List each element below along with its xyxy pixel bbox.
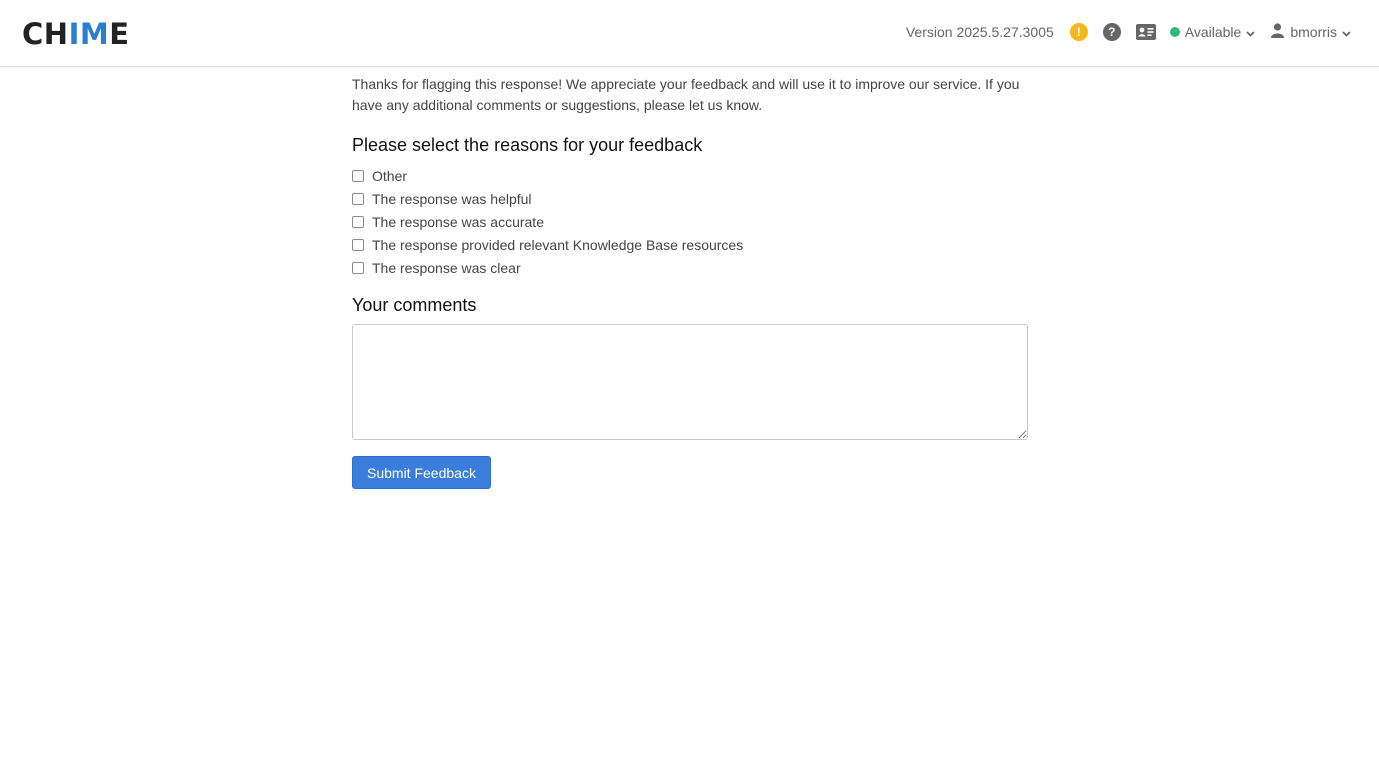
username-label: bmorris bbox=[1290, 24, 1337, 40]
reason-option-helpful[interactable]: The response was helpful bbox=[352, 187, 1028, 210]
status-label: Available bbox=[1184, 24, 1242, 40]
reason-label: The response provided relevant Knowledge… bbox=[372, 236, 744, 253]
alert-glyph: ! bbox=[1076, 25, 1081, 39]
status-dot-icon bbox=[1169, 27, 1180, 37]
reasons-heading: Please select the reasons for your feedb… bbox=[352, 135, 703, 155]
reason-checkbox[interactable] bbox=[352, 215, 364, 228]
reason-label: Other bbox=[372, 167, 408, 184]
chevron-down-icon bbox=[1246, 24, 1255, 40]
chime-logo[interactable]: CHIME bbox=[22, 19, 130, 49]
help-glyph: ? bbox=[1108, 25, 1116, 39]
logo-text-1: CH bbox=[22, 17, 69, 51]
top-navbar: CHIME Version 2025.5.27.3005 ! ? Availab… bbox=[0, 0, 1379, 67]
status-dropdown[interactable]: Available bbox=[1169, 24, 1256, 40]
reason-label: The response was helpful bbox=[372, 190, 532, 207]
chevron-down-icon bbox=[1342, 24, 1351, 40]
reason-option-clear[interactable]: The response was clear bbox=[352, 256, 1028, 279]
contact-card-icon[interactable] bbox=[1135, 24, 1156, 40]
version-label: Version 2025.5.27.3005 bbox=[905, 24, 1054, 40]
submit-feedback-button[interactable]: Submit Feedback bbox=[352, 456, 491, 489]
reason-checkbox[interactable] bbox=[352, 169, 364, 182]
reason-label: The response was clear bbox=[372, 259, 521, 276]
logo-text-2: IM bbox=[68, 17, 110, 51]
reason-checkbox[interactable] bbox=[352, 261, 364, 274]
reason-label: The response was accurate bbox=[372, 213, 544, 230]
reason-option-kb-resources[interactable]: The response provided relevant Knowledge… bbox=[352, 233, 1028, 256]
logo-text-3: E bbox=[109, 17, 130, 51]
reasons-list: Other The response was helpful The respo… bbox=[352, 164, 1028, 279]
comments-textarea[interactable] bbox=[352, 324, 1028, 440]
user-icon bbox=[1271, 23, 1285, 41]
reason-checkbox[interactable] bbox=[352, 192, 364, 205]
comments-heading: Your comments bbox=[352, 295, 477, 315]
reason-option-other[interactable]: Other bbox=[352, 164, 1028, 187]
alert-icon[interactable]: ! bbox=[1069, 23, 1088, 41]
reason-option-accurate[interactable]: The response was accurate bbox=[352, 210, 1028, 233]
user-menu[interactable]: bmorris bbox=[1271, 23, 1351, 41]
feedback-form: Thanks for flagging this response! We ap… bbox=[352, 74, 1028, 489]
reason-checkbox[interactable] bbox=[352, 238, 364, 251]
help-icon[interactable]: ? bbox=[1102, 23, 1121, 41]
header-right-controls: Version 2025.5.27.3005 ! ? Available bmo… bbox=[906, 20, 1351, 44]
feedback-intro-text: Thanks for flagging this response! We ap… bbox=[352, 76, 1020, 113]
